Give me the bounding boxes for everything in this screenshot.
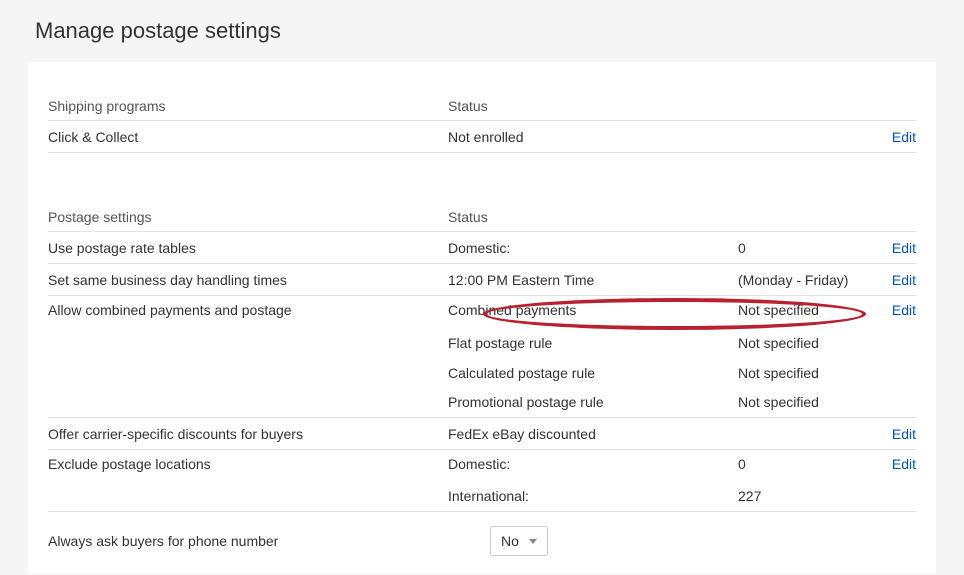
- label-exclude-locations: Exclude postage locations: [48, 456, 448, 472]
- status-handling-times: 12:00 PM Eastern Time: [448, 272, 738, 288]
- extra-rate-tables: 0: [738, 240, 866, 256]
- page-title: Manage postage settings: [0, 0, 964, 62]
- header-postage-settings: Postage settings: [48, 209, 448, 225]
- label-rate-tables: Use postage rate tables: [48, 240, 448, 256]
- row-flat-postage-rule: Flat postage rule Not specified: [48, 328, 916, 358]
- status-click-collect: Not enrolled: [448, 129, 738, 145]
- edit-exclude-locations[interactable]: Edit: [892, 456, 916, 472]
- row-carrier-discounts: Offer carrier-specific discounts for buy…: [48, 418, 916, 450]
- edit-click-collect[interactable]: Edit: [892, 129, 916, 145]
- status-rate-tables: Domestic:: [448, 240, 738, 256]
- edit-handling-times[interactable]: Edit: [892, 272, 916, 288]
- label-combined-payments: Allow combined payments and postage: [48, 302, 448, 318]
- row-promotional-postage-rule: Promotional postage rule Not specified: [48, 388, 916, 418]
- status-carrier-discounts: FedEx eBay discounted: [448, 426, 738, 442]
- shipping-programs-header: Shipping programs Status: [48, 78, 916, 121]
- value-combined-payments-3: Not specified: [738, 394, 866, 410]
- label-click-collect: Click & Collect: [48, 129, 448, 145]
- row-click-collect: Click & Collect Not enrolled Edit: [48, 121, 916, 153]
- header-status: Status: [448, 98, 738, 114]
- label-carrier-discounts: Offer carrier-specific discounts for buy…: [48, 426, 448, 442]
- status-combined-payments-0: Combined payments: [448, 302, 738, 318]
- row-handling-times: Set same business day handling times 12:…: [48, 264, 916, 296]
- label-handling-times: Set same business day handling times: [48, 272, 448, 288]
- row-exclude-locations: Exclude postage locations Domestic: 0 Ed…: [48, 450, 916, 482]
- status-exclude-international: International:: [448, 488, 738, 504]
- postage-settings-header: Postage settings Status: [48, 189, 916, 232]
- header-status: Status: [448, 209, 738, 225]
- status-combined-payments-3: Promotional postage rule: [448, 394, 738, 410]
- extra-handling-times: (Monday - Friday): [738, 272, 866, 288]
- header-shipping-programs: Shipping programs: [48, 98, 448, 114]
- row-calculated-postage-rule: Calculated postage rule Not specified: [48, 358, 916, 388]
- row-exclude-international: International: 227: [48, 482, 916, 512]
- value-combined-payments-1: Not specified: [738, 335, 866, 351]
- status-exclude-domestic: Domestic:: [448, 456, 738, 472]
- phone-number-value: No: [501, 533, 519, 549]
- row-rate-tables: Use postage rate tables Domestic: 0 Edit: [48, 232, 916, 264]
- row-combined-payments: Allow combined payments and postage Comb…: [48, 296, 916, 328]
- status-combined-payments-2: Calculated postage rule: [448, 365, 738, 381]
- value-exclude-domestic: 0: [738, 456, 866, 472]
- status-combined-payments-1: Flat postage rule: [448, 335, 738, 351]
- edit-combined-payments[interactable]: Edit: [892, 302, 916, 318]
- edit-carrier-discounts[interactable]: Edit: [892, 426, 916, 442]
- caret-down-icon: [529, 539, 537, 544]
- edit-rate-tables[interactable]: Edit: [892, 240, 916, 256]
- value-combined-payments-2: Not specified: [738, 365, 866, 381]
- row-phone-number: Always ask buyers for phone number No: [48, 512, 916, 574]
- value-combined-payments-0: Not specified: [738, 302, 866, 318]
- phone-number-dropdown[interactable]: No: [490, 526, 548, 556]
- label-phone-number: Always ask buyers for phone number: [48, 533, 490, 549]
- settings-panel: Shipping programs Status Click & Collect…: [28, 62, 936, 574]
- value-exclude-international: 227: [738, 488, 866, 504]
